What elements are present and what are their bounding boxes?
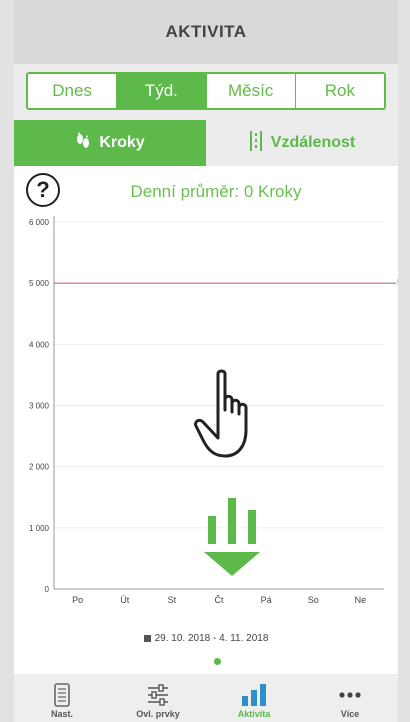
x-tick-label: Ne (355, 595, 367, 605)
phone-frame-left (0, 0, 14, 722)
period-tabs: Dnes Týd. Měsíc Rok (26, 72, 386, 110)
x-tick-label: St (168, 595, 177, 605)
date-range-text: 29. 10. 2018 - 4. 11. 2018 (154, 633, 269, 644)
sliders-icon (146, 681, 170, 709)
tap-hand-icon (194, 369, 248, 458)
metric-tabs: Kroky Vzdálenost (14, 120, 398, 166)
phone-frame-right (398, 0, 410, 722)
y-tick-label: 1 000 (29, 524, 50, 533)
chart-area: 0 1 000 2 000 3 000 4 000 5 000 6 000 5ti Po Út St… (14, 166, 398, 636)
tab-distance-label: Vzdálenost (270, 134, 356, 151)
period-bar: Dnes Týd. Měsíc Rok (14, 64, 398, 120)
nav-label-more: Více (340, 709, 360, 719)
nav-label-activity: Aktivita (237, 709, 271, 719)
y-tick-label: 6 000 (29, 218, 50, 227)
y-tick-label: 0 (45, 585, 50, 594)
nav-item-more[interactable]: Více (302, 674, 398, 722)
x-tick-label: So (308, 595, 319, 605)
page-indicator (214, 658, 221, 665)
nav-label-controls: Ovl. prvky (136, 709, 180, 719)
bar-chart-icon (241, 681, 267, 709)
footprints-icon (75, 132, 91, 155)
tab-week[interactable]: Týd. (117, 74, 207, 108)
x-tick-label: Út (120, 595, 129, 605)
x-tick-label: Pá (261, 595, 272, 605)
screen: AKTIVITA Dnes Týd. Měsíc Rok Kroky Vzdál… (14, 0, 398, 722)
tab-steps[interactable]: Kroky (14, 120, 206, 166)
nav-label-settings: Nast. (50, 709, 73, 719)
y-tick-label: 4 000 (29, 340, 50, 349)
x-tick-label: Čt (215, 595, 224, 605)
nav-item-controls[interactable]: Ovl. prvky (110, 674, 206, 722)
tab-month[interactable]: Měsíc (207, 74, 296, 108)
device-icon (54, 681, 70, 709)
page-title: AKTIVITA (165, 22, 247, 41)
tab-today[interactable]: Dnes (28, 74, 118, 108)
y-tick-label: 2 000 (29, 463, 50, 472)
y-tick-label: 5 000 (29, 279, 50, 288)
y-tick-label: 3 000 (29, 402, 50, 411)
tab-distance[interactable]: Vzdálenost (206, 120, 398, 166)
legend-square-icon (143, 634, 151, 642)
goal-label: 5ti (397, 278, 398, 289)
dotted-ruler-icon (249, 130, 263, 156)
bottom-nav: Nast. Ovl. prvky Aktivita Více (14, 674, 398, 722)
pull-down-arrow-icon (204, 498, 260, 576)
date-range: 29. 10. 2018 - 4. 11. 2018 (14, 633, 398, 644)
tab-year[interactable]: Rok (296, 74, 384, 108)
nav-item-settings[interactable]: Nast. (14, 674, 110, 722)
x-tick-label: Po (72, 595, 83, 605)
app-header: AKTIVITA (14, 0, 398, 64)
tab-steps-label: Kroky (99, 134, 145, 151)
more-dots-icon (338, 681, 362, 709)
daily-average-text: Denní průměr: 0 Kroky (130, 182, 302, 201)
nav-item-activity[interactable]: Aktivita (206, 674, 302, 722)
